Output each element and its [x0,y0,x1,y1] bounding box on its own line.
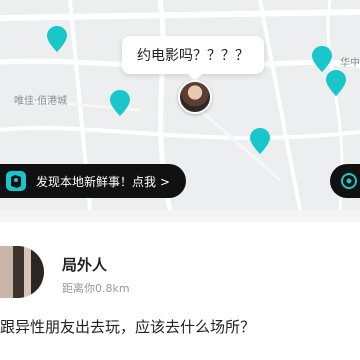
locate-button[interactable] [330,164,360,198]
post-author-avatar[interactable] [0,246,44,298]
post-author-name[interactable]: 局外人 [62,254,107,275]
section-divider [0,210,360,222]
map-pin-icon[interactable] [110,90,130,116]
target-icon [341,173,357,189]
post-distance: 距离你0.8km [62,282,130,295]
map-place-label: 唯佳·佰港城 [14,96,68,107]
discover-label: 发现本地新鲜事！点我 > [36,174,170,189]
map-view[interactable]: 唯佳·佰港城 华中 约电影吗？？？？ 发现本地新鲜事！点我 > [0,0,360,210]
map-pin-icon[interactable] [250,128,270,154]
discover-local-button[interactable]: 发现本地新鲜事！点我 > [0,164,186,198]
map-location-icon [2,167,30,195]
map-pin-icon[interactable] [312,46,332,72]
post-content[interactable]: 跟异性朋友出去玩，应该去什么场所？ [0,316,255,337]
bubble-text: 约电影吗？？？？ [137,48,249,64]
map-user-avatar[interactable] [178,80,212,114]
map-message-bubble[interactable]: 约电影吗？？？？ [122,36,264,81]
map-pin-icon[interactable] [47,26,67,52]
map-pin-icon[interactable] [326,70,346,96]
map-place-label: 华中 [340,58,360,69]
